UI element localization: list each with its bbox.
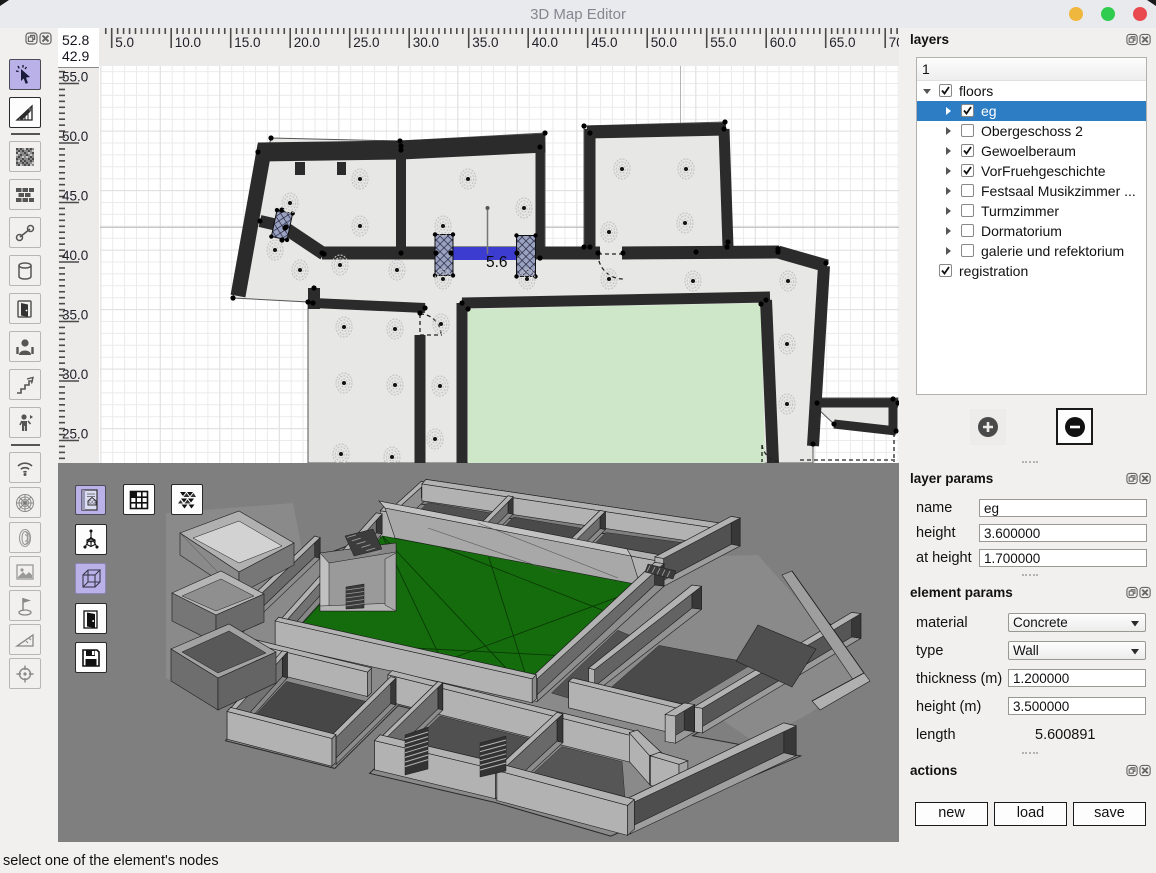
svg-text:40.0: 40.0 [62, 248, 88, 263]
svg-text:25.0: 25.0 [353, 35, 379, 50]
svg-text:45.0: 45.0 [62, 189, 88, 204]
svg-text:35.0: 35.0 [472, 35, 498, 50]
svg-text:55.0: 55.0 [710, 35, 736, 50]
svg-text:5.6: 5.6 [486, 254, 508, 271]
svg-text:45.0: 45.0 [591, 35, 617, 50]
svg-text:5.0: 5.0 [115, 35, 134, 50]
svg-text:30.0: 30.0 [413, 35, 439, 50]
svg-text:25.0: 25.0 [62, 427, 88, 442]
svg-text:15.0: 15.0 [234, 35, 260, 50]
svg-text:50.0: 50.0 [62, 129, 88, 144]
svg-text:40.0: 40.0 [532, 35, 558, 50]
svg-text:70.0: 70.0 [889, 35, 899, 50]
svg-text:30.0: 30.0 [62, 367, 88, 382]
svg-text:50.0: 50.0 [651, 35, 677, 50]
svg-text:10.0: 10.0 [175, 35, 201, 50]
svg-text:35.0: 35.0 [62, 308, 88, 323]
svg-text:60.0: 60.0 [770, 35, 796, 50]
svg-text:65.0: 65.0 [829, 35, 855, 50]
svg-text:20.0: 20.0 [294, 35, 320, 50]
svg-text:GG: GG [88, 500, 96, 505]
svg-text:55.0: 55.0 [62, 70, 88, 85]
